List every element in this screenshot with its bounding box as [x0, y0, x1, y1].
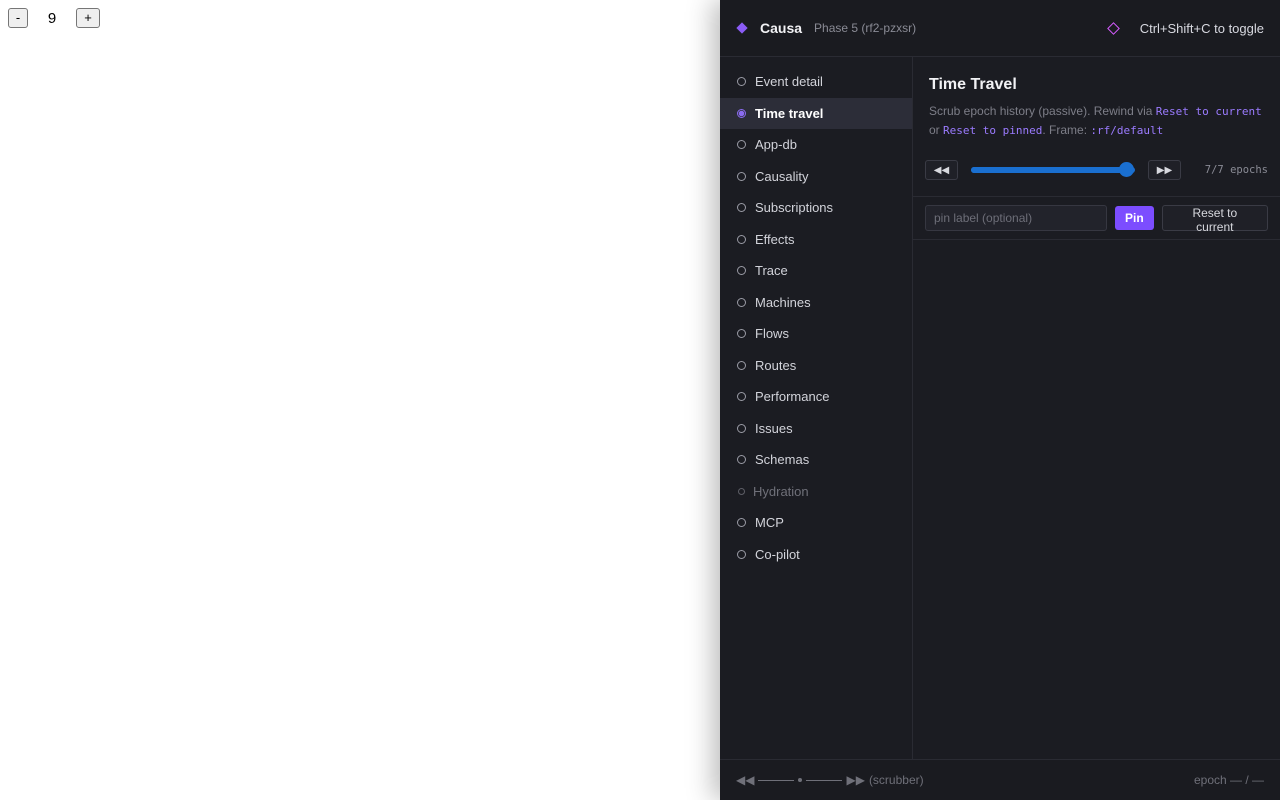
sidebar-item-effects[interactable]: Effects	[720, 224, 912, 256]
sidebar-item-causality[interactable]: Causality	[720, 161, 912, 193]
radio-dot-icon	[737, 329, 746, 339]
desc-text-2: or	[929, 123, 944, 137]
footer-epoch-status: epoch — / —	[1193, 773, 1264, 787]
radio-dot-icon	[737, 171, 746, 181]
desc-text-3: . Frame:	[1042, 123, 1091, 137]
pin-label-input[interactable]	[925, 205, 1107, 231]
page-description: Scrub epoch history (passive). Rewind vi…	[929, 102, 1264, 140]
sidebar-item-label: Schemas	[755, 452, 810, 468]
host-counter: - 9 +	[8, 8, 100, 28]
pin-button[interactable]: Pin	[1114, 206, 1154, 230]
footer-forward-icon: ▶▶	[846, 773, 865, 787]
sidebar-item-label: Performance	[755, 389, 830, 405]
increment-button[interactable]: +	[76, 8, 100, 28]
sidebar-item-trace[interactable]: Trace	[720, 255, 912, 287]
radio-dot-icon	[737, 392, 746, 402]
sidebar-item-flows[interactable]: Flows	[720, 318, 912, 350]
radio-dot-icon	[737, 77, 746, 87]
radio-dot-icon	[737, 549, 746, 559]
sidebar-item-label: Hydration	[753, 483, 809, 499]
sidebar-item-machines[interactable]: Machines	[720, 287, 912, 319]
footer-rewind-icon: ◀◀	[736, 773, 755, 787]
devtools-panel: Causa Phase 5 (rf2-pzxsr) Ctrl+Shift+C t…	[720, 0, 1280, 800]
epoch-count: 7/7 epochs	[1204, 164, 1268, 176]
footer-scrubber-label: (scrubber)	[868, 773, 924, 787]
radio-dot-icon	[737, 423, 746, 433]
frame-code: :rf/default	[1090, 124, 1164, 137]
main-content: Time Travel Scrub epoch history (passive…	[913, 57, 1280, 759]
sidebar: Event detail Time travel App-db Causality Su…	[720, 57, 913, 759]
sidebar-item-label: Co-pilot	[755, 546, 800, 562]
rewind-button[interactable]: ◀◀	[925, 160, 958, 180]
reset-to-current-code: Reset to current	[1155, 105, 1262, 118]
sidebar-item-label: MCP	[755, 515, 784, 531]
radio-dot-icon	[737, 360, 746, 370]
sidebar-item-time-travel[interactable]: Time travel	[720, 97, 912, 129]
radio-dot-icon	[737, 140, 746, 150]
sidebar-item-label: Causality	[755, 168, 809, 184]
radio-dot-icon	[738, 487, 745, 495]
radio-dot-icon	[737, 455, 746, 465]
pin-row: Pin Reset to current	[913, 196, 1280, 240]
brand-logo-icon	[736, 22, 748, 34]
sidebar-item-mcp[interactable]: MCP	[720, 507, 912, 539]
sidebar-item-label: App-db	[755, 137, 797, 153]
phase-label: Phase 5 (rf2-pzxsr)	[814, 21, 917, 35]
sidebar-item-label: Subscriptions	[755, 200, 834, 216]
reset-to-pinned-code: Reset to pinned	[943, 124, 1043, 137]
counter-value: 9	[47, 9, 57, 27]
forward-icon: ▶▶	[1156, 164, 1173, 176]
radio-dot-icon	[737, 518, 746, 528]
sidebar-item-label: Routes	[755, 357, 797, 373]
footer-scrub-line-right	[806, 779, 843, 781]
sidebar-item-event-detail[interactable]: Event detail	[720, 66, 912, 98]
sidebar-item-hydration: Hydration	[720, 476, 912, 508]
brand-name: Causa	[760, 20, 803, 36]
radio-dot-icon	[737, 297, 746, 307]
sidebar-item-label: Time travel	[755, 105, 824, 121]
sidebar-item-schemas[interactable]: Schemas	[720, 444, 912, 476]
radio-dot-icon	[737, 203, 746, 213]
sidebar-item-app-db[interactable]: App-db	[720, 129, 912, 161]
panel-footer: ◀◀ ▶▶ (scrubber) epoch — / —	[720, 759, 1280, 800]
panel-header: Causa Phase 5 (rf2-pzxsr) Ctrl+Shift+C t…	[720, 0, 1280, 57]
footer-scrub-dot	[798, 778, 803, 782]
radio-dot-icon	[737, 108, 746, 118]
desc-text-1: Scrub epoch history (passive). Rewind vi…	[929, 104, 1156, 118]
radio-dot-icon	[737, 266, 746, 276]
decrement-button[interactable]: -	[8, 8, 28, 28]
sidebar-item-performance[interactable]: Performance	[720, 381, 912, 413]
sidebar-item-label: Effects	[755, 231, 795, 247]
footer-scrubber: ◀◀ ▶▶ (scrubber)	[736, 773, 924, 787]
sidebar-item-subscriptions[interactable]: Subscriptions	[720, 192, 912, 224]
sidebar-item-label: Flows	[755, 326, 789, 342]
page-title: Time Travel	[929, 76, 1017, 93]
sidebar-item-issues[interactable]: Issues	[720, 413, 912, 445]
sidebar-item-label: Event detail	[755, 74, 823, 90]
sidebar-item-label: Issues	[755, 420, 793, 436]
radio-dot-icon	[737, 234, 746, 244]
reset-to-current-button[interactable]: Reset to current	[1161, 205, 1268, 234]
footer-scrub-line-left	[758, 779, 795, 781]
slider-fill	[971, 167, 1127, 173]
sidebar-item-routes[interactable]: Routes	[720, 350, 912, 382]
slider-thumb[interactable]	[1119, 162, 1134, 177]
scrubber-row: ◀◀ ▶▶ 7/7 epochs	[913, 158, 1280, 182]
sidebar-item-label: Machines	[755, 294, 811, 310]
sidebar-item-label: Trace	[755, 263, 788, 279]
rewind-icon: ◀◀	[933, 164, 950, 176]
toggle-hint: Ctrl+Shift+C to toggle	[1139, 20, 1264, 36]
forward-button[interactable]: ▶▶	[1148, 160, 1181, 180]
toggle-diamond-icon[interactable]	[1106, 21, 1120, 35]
sidebar-item-co-pilot[interactable]: Co-pilot	[720, 539, 912, 571]
epoch-slider[interactable]	[971, 162, 1135, 178]
